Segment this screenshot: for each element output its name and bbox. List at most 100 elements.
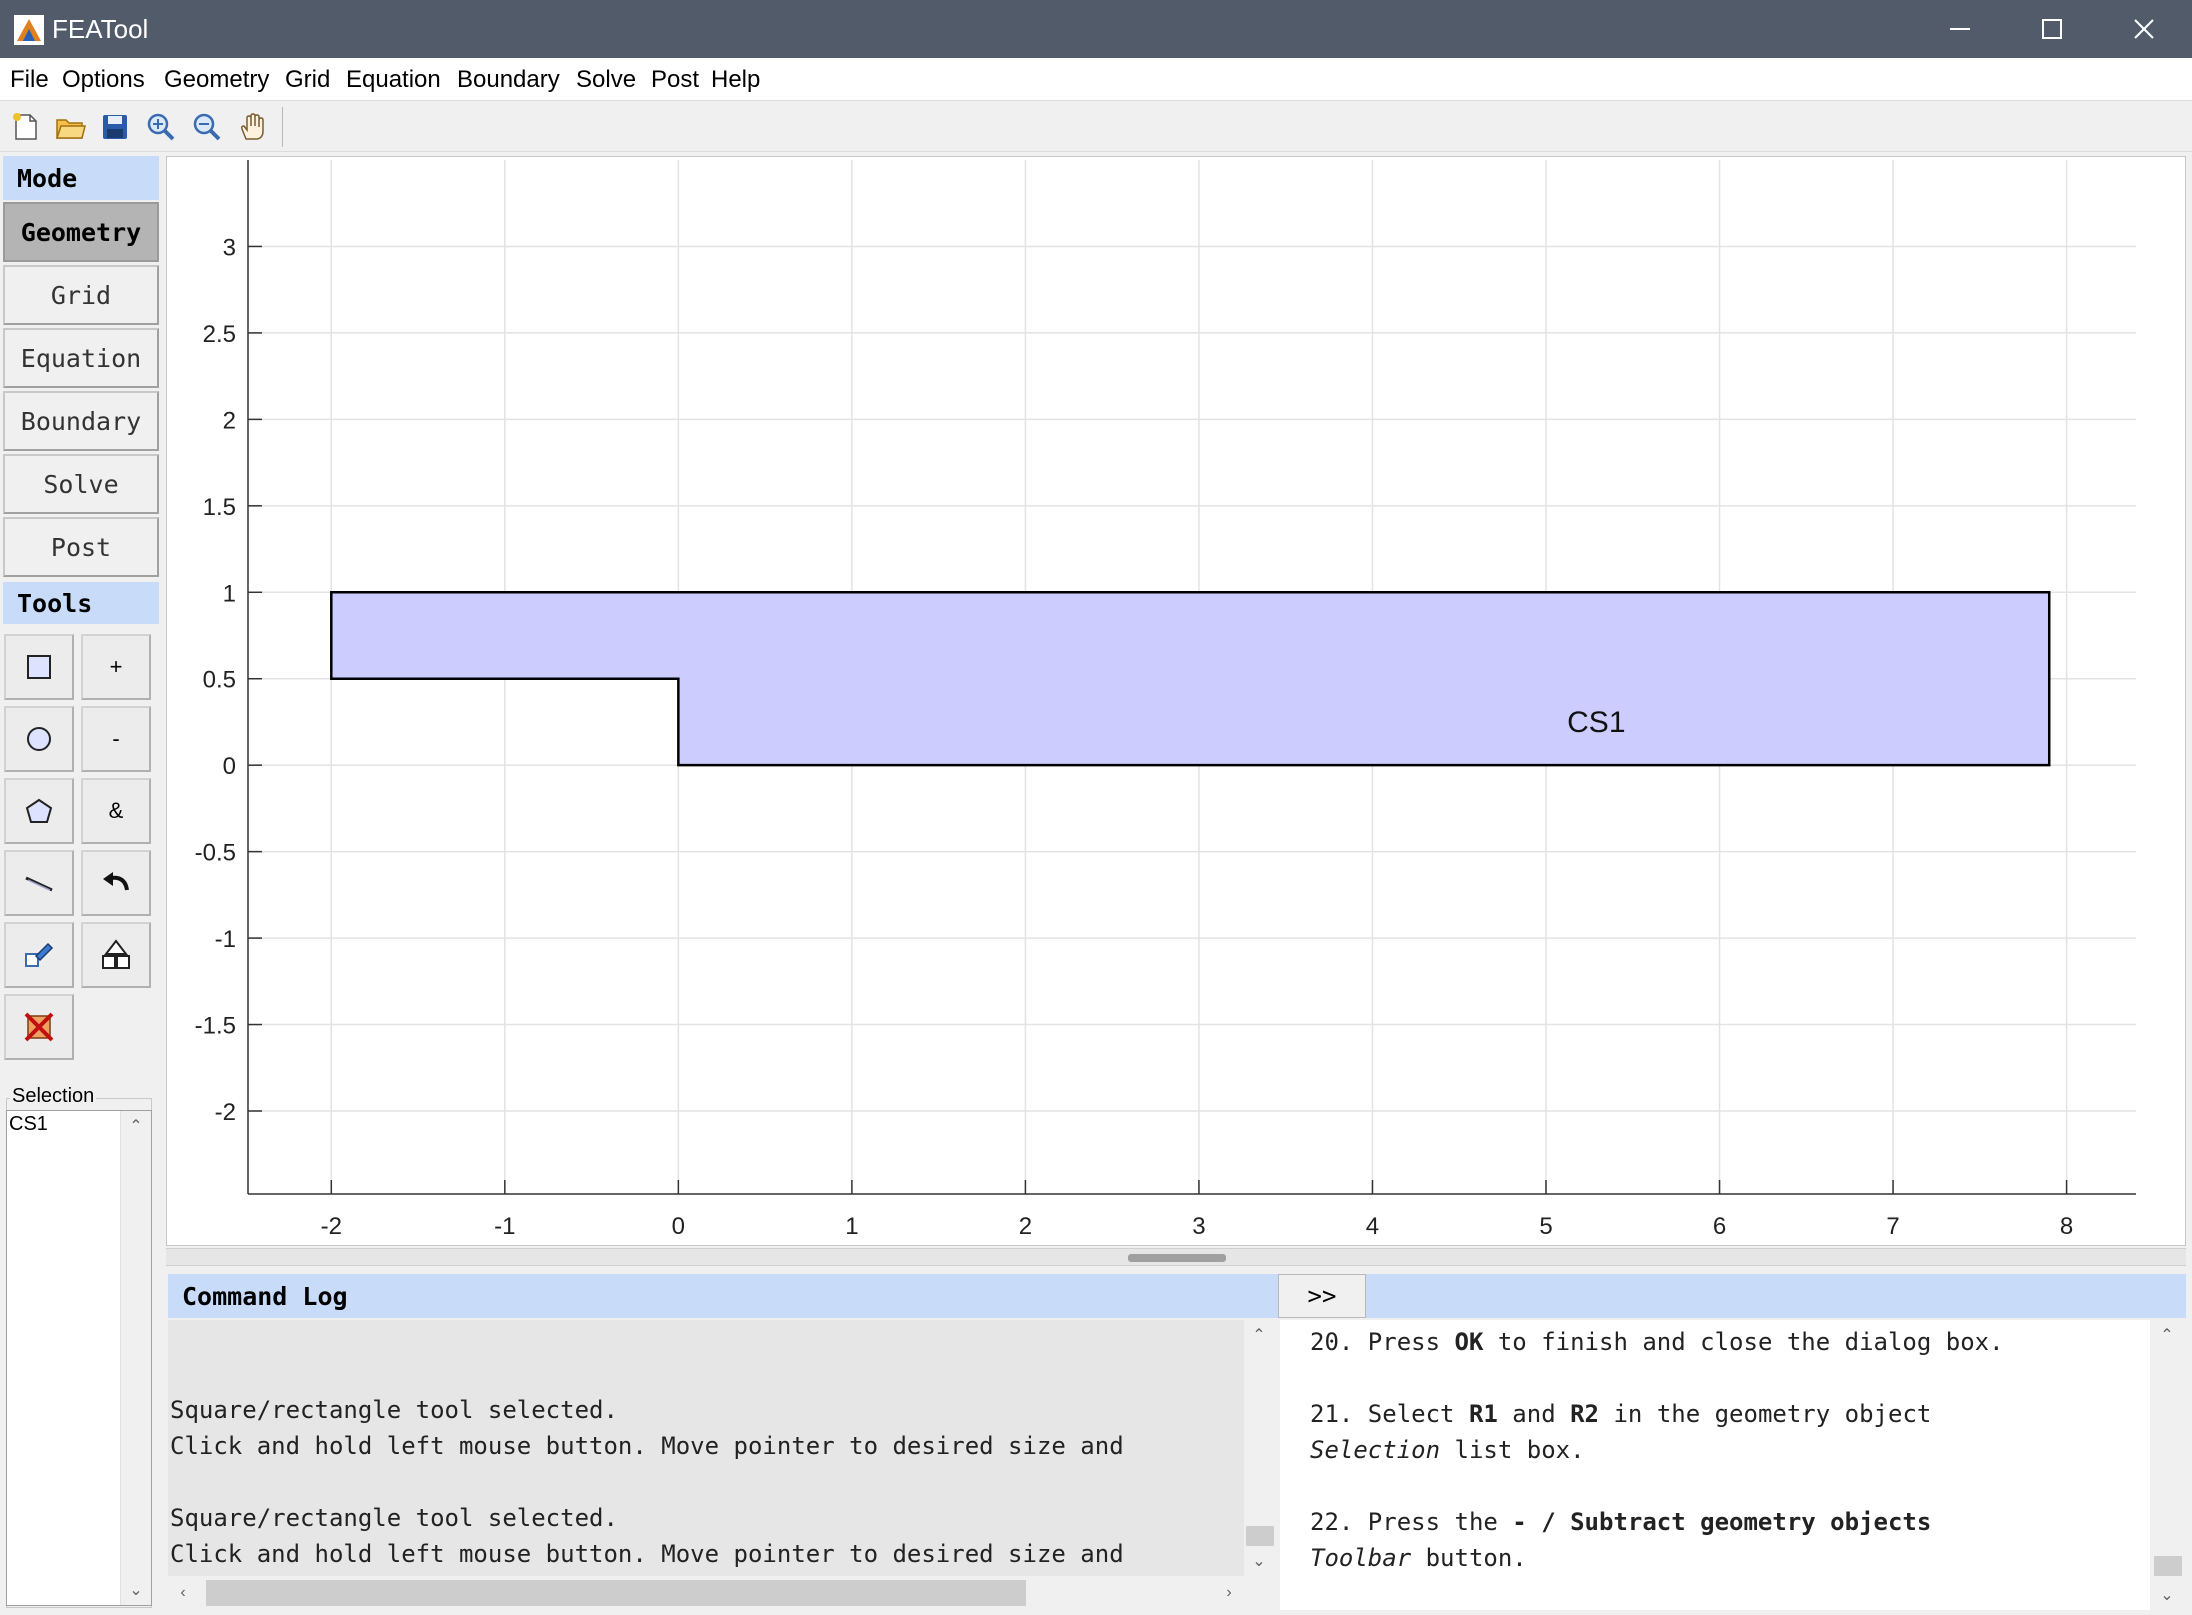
minus-icon: -: [112, 726, 120, 751]
y-tick-label: 3: [223, 234, 236, 261]
close-button[interactable]: [2098, 0, 2190, 58]
menu-solve[interactable]: Solve: [576, 66, 636, 94]
save-button[interactable]: [96, 108, 134, 146]
y-tick-label: 2: [223, 407, 236, 434]
tools-header: Tools: [3, 582, 159, 624]
mode-header: Mode: [3, 156, 159, 200]
menu-post[interactable]: Post: [651, 66, 699, 94]
geometry-plot[interactable]: CS1 -2 -1 0 1 2 3 4 5 6 7 8 3 2.5 2 1.5 1 0.5 0 -0.5 -1 -1.5…: [166, 156, 2186, 1246]
menu-grid[interactable]: Grid: [285, 66, 330, 94]
scroll-down-icon[interactable]: ⌄: [1244, 1546, 1274, 1576]
line-tool-button[interactable]: [4, 850, 74, 916]
menu-geometry[interactable]: Geometry: [164, 66, 269, 94]
scroll-thumb[interactable]: [2154, 1556, 2182, 1576]
app-logo-icon: [14, 15, 44, 45]
close-icon: [2134, 19, 2154, 39]
union-tool-button[interactable]: +: [81, 634, 151, 700]
mode-grid-button[interactable]: Grid: [3, 265, 159, 325]
scroll-up-icon[interactable]: ⌃: [121, 1111, 151, 1141]
mode-boundary-button[interactable]: Boundary: [3, 391, 159, 451]
command-log-line: [170, 1356, 1124, 1392]
menu-help[interactable]: Help: [711, 66, 760, 94]
command-log-line: Square/rectangle tool selected.: [170, 1396, 618, 1424]
x-tick-label: 2: [1019, 1213, 1032, 1240]
scroll-thumb[interactable]: [1246, 1526, 1274, 1546]
selection-listbox[interactable]: CS1 ⌃ ⌄: [6, 1110, 152, 1606]
menu-boundary[interactable]: Boundary: [457, 66, 560, 94]
y-tick-label: -0.5: [195, 840, 236, 867]
expand-help-button[interactable]: >>: [1278, 1274, 1366, 1318]
circle-tool-button[interactable]: [4, 706, 74, 772]
polygon-tool-button[interactable]: [4, 778, 74, 844]
command-log-lines: Square/rectangle tool selected. Click and…: [170, 1320, 1124, 1572]
mode-equation-button[interactable]: Equation: [3, 328, 159, 388]
help-step-21: 21. Select R1 and R2 in the geometry obj…: [1310, 1400, 1932, 1464]
selection-scrollbar[interactable]: ⌃ ⌄: [120, 1111, 151, 1605]
x-tick-label: 1: [845, 1213, 858, 1240]
geometry-object-cs1: [330, 591, 2051, 767]
y-tick-label: 0: [223, 753, 236, 780]
command-log-line: Click and hold left mouse button. Move p…: [170, 1540, 1124, 1568]
rectangle-tool-button[interactable]: [4, 634, 74, 700]
mode-geometry-button[interactable]: Geometry: [3, 202, 159, 262]
new-file-button[interactable]: [6, 108, 44, 146]
undo-tool-button[interactable]: [81, 850, 151, 916]
split-object-button[interactable]: [81, 922, 151, 988]
scroll-down-icon[interactable]: ⌄: [121, 1575, 151, 1605]
command-log-line: [170, 1320, 1124, 1356]
command-log-text[interactable]: Square/rectangle tool selected. Click and…: [168, 1320, 1244, 1580]
y-tick-label: 0.5: [203, 667, 236, 694]
help-text-panel[interactable]: 20. Press OK to finish and close the dia…: [1280, 1320, 2150, 1610]
zoom-out-icon: [193, 113, 221, 141]
toolbar-separator: [282, 107, 283, 147]
help-step-20: 20. Press OK to finish and close the dia…: [1310, 1328, 2004, 1356]
scroll-down-icon[interactable]: ⌄: [2152, 1580, 2182, 1610]
help-header: [1366, 1274, 2186, 1318]
command-log-line: Square/rectangle tool selected.: [170, 1504, 618, 1532]
scroll-right-icon[interactable]: ›: [1214, 1578, 1244, 1608]
geometry-object-label: CS1: [1567, 706, 1625, 739]
split-icon: [102, 939, 130, 969]
selection-item-cs1[interactable]: CS1: [9, 1113, 48, 1135]
mode-solve-button[interactable]: Solve: [3, 454, 159, 514]
hscroll-thumb[interactable]: [206, 1580, 1026, 1606]
y-tick-label: -1.5: [195, 1013, 236, 1040]
x-tick-label: 4: [1366, 1213, 1379, 1240]
x-tick-label: -2: [321, 1213, 342, 1240]
zoom-in-icon: [147, 113, 175, 141]
menu-bar: File Options Geometry Grid Equation Boun…: [0, 58, 2192, 100]
scroll-up-icon[interactable]: ⌃: [1244, 1320, 1274, 1350]
edit-object-button[interactable]: [4, 922, 74, 988]
save-icon: [103, 115, 127, 139]
x-tick-label: 0: [672, 1213, 685, 1240]
intersect-tool-button[interactable]: &: [81, 778, 151, 844]
scroll-up-icon[interactable]: ⌃: [2152, 1320, 2182, 1350]
delete-all-icon: [24, 1012, 54, 1042]
x-tick-label: 5: [1539, 1213, 1552, 1240]
command-log-vscrollbar[interactable]: ⌃ ⌄: [1244, 1320, 1276, 1576]
delete-all-button[interactable]: [4, 994, 74, 1060]
help-vscrollbar[interactable]: ⌃ ⌄: [2152, 1320, 2184, 1610]
menu-file[interactable]: File: [10, 66, 49, 94]
minimize-button[interactable]: [1914, 0, 2006, 58]
command-log-header: Command Log: [168, 1274, 1278, 1318]
maximize-button[interactable]: [2006, 0, 2098, 58]
x-tick-label: -1: [494, 1213, 515, 1240]
x-tick-label: 8: [2060, 1213, 2073, 1240]
y-tick-label: -1: [215, 926, 236, 953]
menu-equation[interactable]: Equation: [346, 66, 441, 94]
mode-post-button[interactable]: Post: [3, 517, 159, 577]
x-tick-label: 3: [1192, 1213, 1205, 1240]
scroll-left-icon[interactable]: ‹: [168, 1578, 198, 1608]
help-lines: 20. Press OK to finish and close the dia…: [1310, 1324, 2004, 1576]
subtract-tool-button[interactable]: -: [81, 706, 151, 772]
pan-button[interactable]: [234, 108, 272, 146]
zoom-out-button[interactable]: [188, 108, 226, 146]
polygon-icon: [25, 798, 53, 823]
y-tick-label: -2: [215, 1099, 236, 1126]
zoom-in-button[interactable]: [142, 108, 180, 146]
open-button[interactable]: [51, 108, 89, 146]
toolbar: [0, 100, 2192, 152]
splitter-handle[interactable]: [1128, 1254, 1226, 1262]
menu-options[interactable]: Options: [62, 66, 145, 94]
